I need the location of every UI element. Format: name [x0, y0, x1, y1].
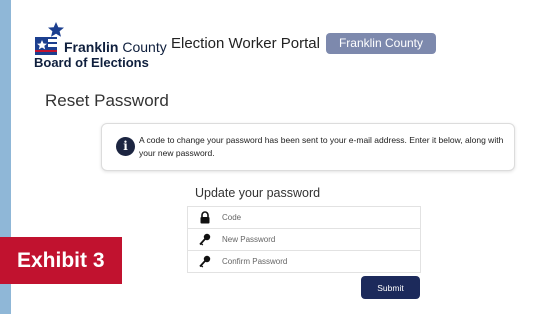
flag-star-logo-icon: [35, 22, 64, 55]
info-notice-text: A code to change your password has been …: [139, 135, 504, 158]
info-icon: i: [116, 137, 135, 156]
confirm-password-field-row: [187, 250, 421, 273]
logo-county-name-bold: Franklin: [64, 39, 119, 55]
franklin-county-logo[interactable]: Franklin County Board of Elections: [34, 22, 167, 70]
code-input[interactable]: [222, 209, 412, 225]
code-field-row: [187, 206, 421, 229]
county-selector-button[interactable]: Franklin County: [326, 33, 436, 54]
lock-icon: [200, 211, 210, 224]
key-icon: [199, 233, 211, 246]
submit-button[interactable]: Submit: [361, 276, 420, 299]
page-title: Reset Password: [45, 91, 169, 110]
logo-board-name: Board of Elections: [34, 55, 149, 70]
exhibit-label: Exhibit 3: [0, 237, 122, 284]
new-password-input[interactable]: [222, 231, 412, 247]
key-icon: [199, 255, 211, 268]
form-title: Update your password: [195, 186, 321, 200]
new-password-field-row: [187, 228, 421, 251]
logo-county-name-rest: County: [118, 39, 167, 55]
confirm-password-input[interactable]: [222, 253, 412, 269]
logo-county-name: Franklin County: [64, 39, 167, 55]
info-notice: i A code to change your password has bee…: [101, 123, 515, 171]
portal-title: Election Worker Portal: [171, 35, 320, 52]
